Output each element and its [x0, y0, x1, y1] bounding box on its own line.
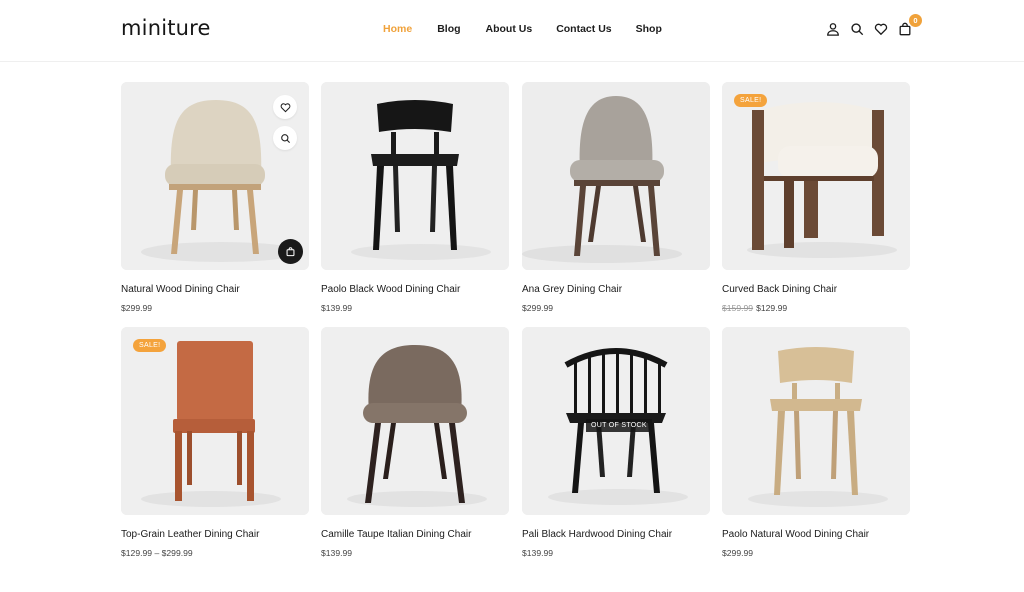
header-actions: 0	[824, 14, 922, 38]
nav-blog[interactable]: Blog	[437, 23, 460, 35]
nav-contact-us[interactable]: Contact Us	[556, 23, 611, 35]
product-card[interactable]: SALE! Curved Back Dining Chair $159.99 $1…	[722, 82, 910, 313]
product-title[interactable]: Paolo Natural Wood Dining Chair	[722, 529, 869, 540]
user-icon[interactable]	[824, 20, 842, 38]
cart-icon[interactable]: 0	[896, 14, 922, 38]
site-header: miniture Home Blog About Us Contact Us S…	[0, 0, 1024, 62]
sale-badge: SALE!	[133, 339, 167, 352]
product-card[interactable]: SALE! Top-Grain Leather Dining Chair $12…	[121, 327, 309, 558]
chair-grey-fabric-icon	[522, 82, 710, 270]
product-title[interactable]: Ana Grey Dining Chair	[522, 284, 622, 295]
add-to-cart-icon[interactable]	[278, 239, 303, 264]
product-image[interactable]	[321, 82, 509, 270]
product-card[interactable]: Ana Grey Dining Chair $299.99	[522, 82, 710, 313]
site-logo[interactable]: miniture	[121, 16, 211, 40]
product-title[interactable]: Natural Wood Dining Chair	[121, 284, 240, 295]
quick-view-search-icon[interactable]	[273, 126, 297, 150]
product-price: $299.99	[722, 548, 754, 558]
product-price: $159.99 $129.99	[722, 303, 787, 313]
product-card[interactable]: OUT OF STOCK Pali Black Hardwood Dining …	[522, 327, 710, 558]
current-price: $129.99	[756, 303, 788, 313]
product-price: $139.99	[321, 303, 353, 313]
wishlist-heart-icon[interactable]	[872, 20, 890, 38]
product-price: $139.99	[321, 548, 353, 558]
sale-badge: SALE!	[734, 94, 768, 107]
product-card[interactable]: Natural Wood Dining Chair $299.99	[121, 82, 309, 313]
cart-count-badge: 0	[909, 14, 922, 27]
chair-curved-white-icon	[722, 82, 910, 270]
product-card[interactable]: Camille Taupe Italian Dining Chair $139.…	[321, 327, 509, 558]
product-image[interactable]: SALE!	[121, 327, 309, 515]
chair-taupe-fabric-icon	[321, 327, 509, 515]
product-image[interactable]	[121, 82, 309, 270]
chair-black-wood-icon	[321, 82, 509, 270]
product-title[interactable]: Pali Black Hardwood Dining Chair	[522, 529, 672, 540]
product-image[interactable]: OUT OF STOCK	[522, 327, 710, 515]
product-image[interactable]	[522, 82, 710, 270]
product-image[interactable]: SALE!	[722, 82, 910, 270]
chair-natural-wood-icon	[722, 327, 910, 515]
chair-leather-brown-icon	[121, 327, 309, 515]
product-card[interactable]: Paolo Natural Wood Dining Chair $299.99	[722, 327, 910, 558]
main-nav: Home Blog About Us Contact Us Shop	[383, 23, 662, 35]
old-price: $159.99	[722, 303, 754, 313]
product-price: $299.99	[522, 303, 554, 313]
product-price: $139.99	[522, 548, 554, 558]
nav-about-us[interactable]: About Us	[486, 23, 533, 35]
product-image[interactable]	[321, 327, 509, 515]
out-of-stock-label: OUT OF STOCK	[586, 419, 652, 432]
nav-shop[interactable]: Shop	[636, 23, 662, 35]
product-card[interactable]: Paolo Black Wood Dining Chair $139.99	[321, 82, 509, 313]
product-title[interactable]: Curved Back Dining Chair	[722, 284, 837, 295]
wishlist-heart-icon[interactable]	[273, 95, 297, 119]
product-price: $299.99	[121, 303, 153, 313]
search-icon[interactable]	[848, 20, 866, 38]
product-price: $129.99 – $299.99	[121, 548, 193, 558]
product-image[interactable]	[722, 327, 910, 515]
nav-home[interactable]: Home	[383, 23, 412, 35]
product-title[interactable]: Paolo Black Wood Dining Chair	[321, 284, 460, 295]
product-title[interactable]: Camille Taupe Italian Dining Chair	[321, 529, 471, 540]
product-title[interactable]: Top-Grain Leather Dining Chair	[121, 529, 259, 540]
